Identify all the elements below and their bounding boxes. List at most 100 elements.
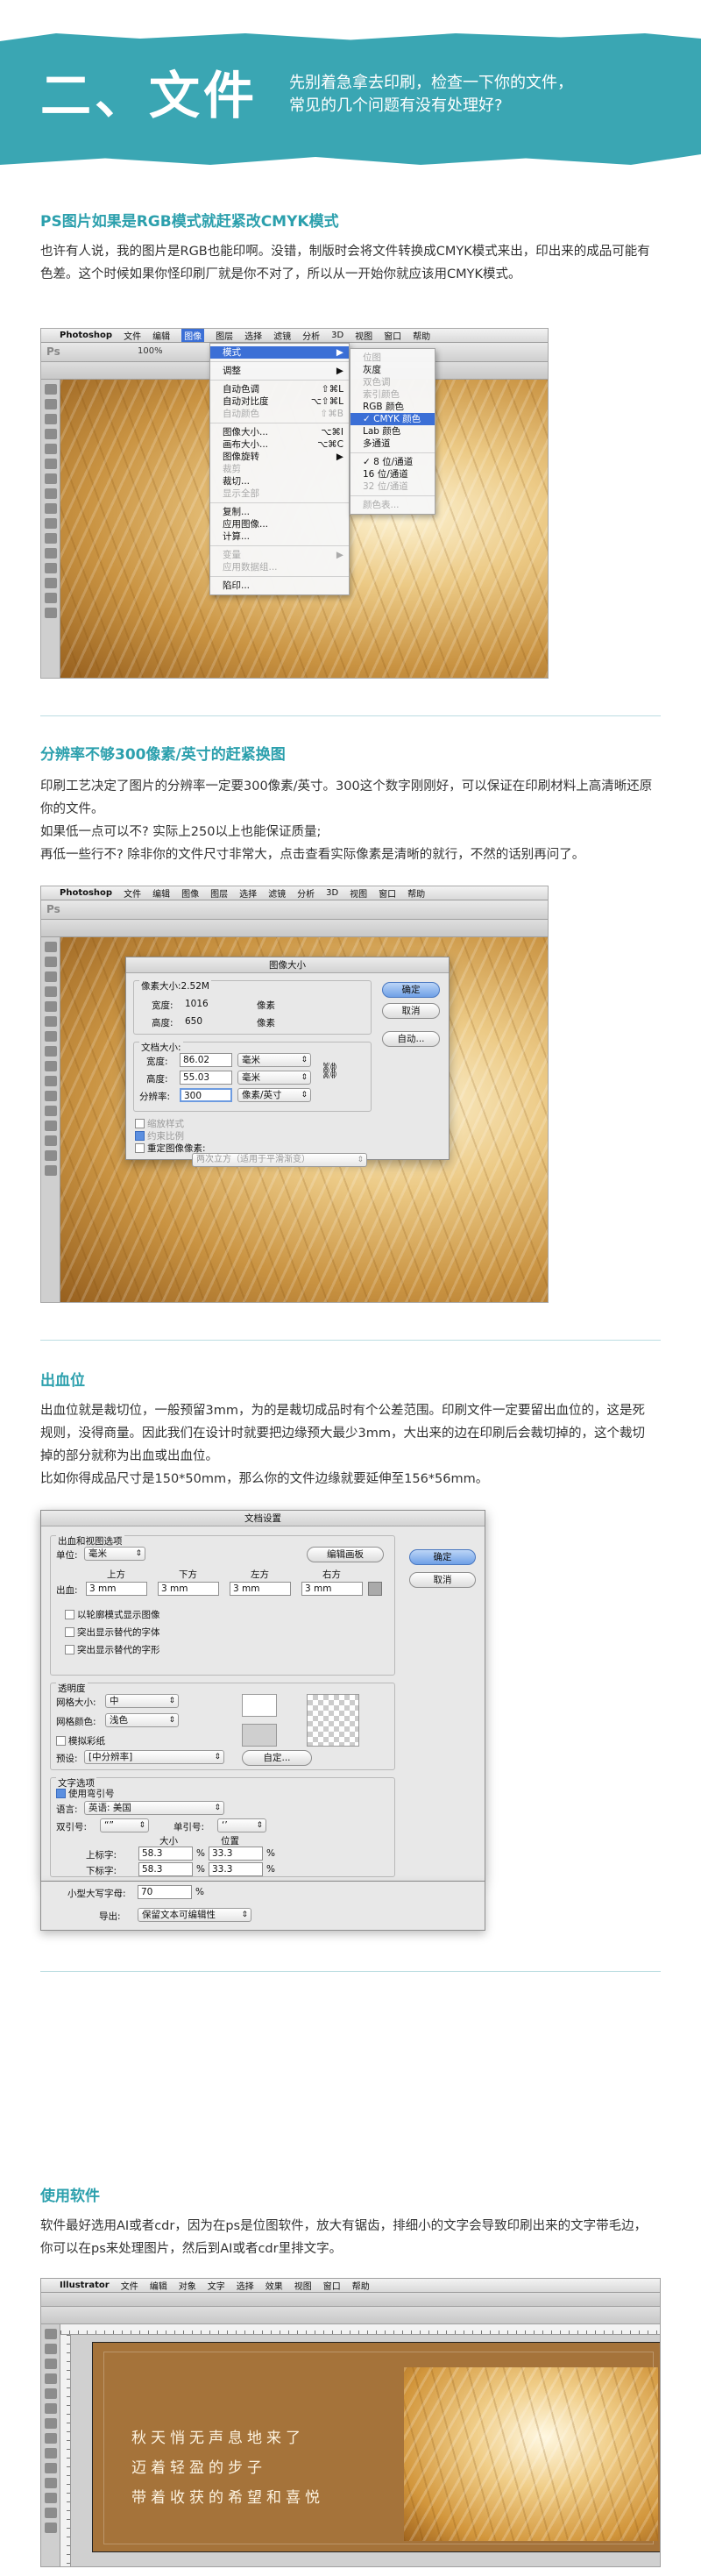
menu-effect[interactable]: 效果 xyxy=(266,2279,283,2292)
menu-3d[interactable]: 3D xyxy=(331,331,343,340)
image-menu-item[interactable]: 自动对比度 ⌥⇧⌘L xyxy=(210,395,349,408)
scale-styles-checkbox[interactable]: 缩放样式 xyxy=(135,1117,184,1130)
menu-select[interactable]: 选择 xyxy=(239,886,257,900)
mode-menu-item[interactable]: ✓ CMYK 颜色 xyxy=(350,413,435,425)
line-tool-icon[interactable] xyxy=(45,2388,57,2399)
menu-help[interactable]: 帮助 xyxy=(407,886,425,900)
menu-photoshop[interactable]: Photoshop xyxy=(60,331,112,340)
superscript-pos-field[interactable]: 33.3 xyxy=(209,1847,263,1861)
menu-type[interactable]: 文字 xyxy=(208,2279,225,2292)
pencil-tool-icon[interactable] xyxy=(45,2433,57,2444)
pen-tool-icon[interactable] xyxy=(45,593,57,603)
gradient-tool-icon[interactable] xyxy=(45,1106,57,1116)
gradient-tool-icon[interactable] xyxy=(45,548,57,559)
image-menu-item[interactable]: 裁切... xyxy=(210,475,349,487)
menu-view[interactable]: 视图 xyxy=(350,886,367,900)
bleed-right-field[interactable]: 3 mm xyxy=(301,1582,363,1596)
constrain-proportions-checkbox[interactable]: 约束比例 xyxy=(135,1129,184,1142)
rotate-tool-icon[interactable] xyxy=(45,2448,57,2459)
custom-button[interactable]: 自定... xyxy=(242,1750,312,1766)
image-menu-item[interactable]: 复制... xyxy=(210,506,349,518)
blur-tool-icon[interactable] xyxy=(45,563,57,573)
heal-tool-icon[interactable] xyxy=(45,473,57,484)
subscript-size-field[interactable]: 58.3 xyxy=(138,1862,193,1876)
menu-select[interactable]: 选择 xyxy=(244,329,262,342)
zoom-tool-icon[interactable] xyxy=(45,2523,57,2533)
language-select[interactable]: 英语: 美国 xyxy=(84,1801,224,1815)
blur-tool-icon[interactable] xyxy=(45,1121,57,1131)
ok-button[interactable]: 确定 xyxy=(382,982,440,998)
rectangle-tool-icon[interactable] xyxy=(45,2403,57,2414)
menu-edit[interactable]: 编辑 xyxy=(152,886,170,900)
heal-tool-icon[interactable] xyxy=(45,1031,57,1042)
dodge-tool-icon[interactable] xyxy=(45,578,57,588)
zoom-level[interactable]: 100% xyxy=(138,346,163,356)
mode-menu-item[interactable]: Lab 颜色 xyxy=(350,425,435,438)
small-caps-field[interactable]: 70 xyxy=(138,1885,192,1899)
export-select[interactable]: 保留文本可编辑性 xyxy=(138,1908,251,1922)
menu-layer[interactable]: 图层 xyxy=(216,329,233,342)
menu-illustrator[interactable]: Illustrator xyxy=(60,2281,110,2290)
image-menu-item[interactable]: 应用图像... xyxy=(210,518,349,530)
history-brush-tool-icon[interactable] xyxy=(45,1076,57,1086)
marquee-tool-icon[interactable] xyxy=(45,399,57,409)
preset-select[interactable]: [中分辨率] xyxy=(84,1750,224,1764)
menu-edit[interactable]: 编辑 xyxy=(150,2279,167,2292)
image-menu-item[interactable]: 图像大小... ⌥⌘I xyxy=(210,426,349,438)
menu-analysis[interactable]: 分析 xyxy=(297,886,315,900)
menu-filter[interactable]: 滤镜 xyxy=(268,886,286,900)
mode-menu-item[interactable]: RGB 颜色 xyxy=(350,401,435,413)
brush-tool-icon[interactable] xyxy=(45,488,57,499)
gradient-tool-icon[interactable] xyxy=(45,2478,57,2488)
menu-view[interactable]: 视图 xyxy=(294,2279,312,2292)
menu-analysis[interactable]: 分析 xyxy=(302,329,320,342)
simulate-paper-checkbox[interactable]: 模拟彩纸 xyxy=(56,1734,105,1747)
wand-tool-icon[interactable] xyxy=(45,986,57,997)
doc-width-field[interactable]: 86.02 xyxy=(180,1053,232,1067)
ok-button[interactable]: 确定 xyxy=(409,1549,476,1565)
scale-tool-icon[interactable] xyxy=(45,2463,57,2473)
mode-menu-item[interactable]: ✓ 8 位/通道 xyxy=(350,456,435,468)
menu-window[interactable]: 窗口 xyxy=(384,329,401,342)
menu-file[interactable]: 文件 xyxy=(124,886,141,900)
auto-button[interactable]: 自动... xyxy=(382,1031,440,1047)
menu-select[interactable]: 选择 xyxy=(237,2279,254,2292)
highlight-fonts-checkbox[interactable]: 突出显示替代的字体 xyxy=(65,1626,160,1639)
poem-line-2[interactable]: 迈着轻盈的步子 xyxy=(131,2455,266,2477)
menu-filter[interactable]: 滤镜 xyxy=(273,329,291,342)
cancel-button[interactable]: 取消 xyxy=(382,1003,440,1019)
stamp-tool-icon[interactable] xyxy=(45,503,57,514)
type-tool-icon[interactable] xyxy=(45,608,57,618)
mode-menu-item[interactable]: 多通道 xyxy=(350,438,435,450)
move-tool-icon[interactable] xyxy=(45,384,57,395)
hand-tool-icon[interactable] xyxy=(45,2508,57,2518)
pen-tool-icon[interactable] xyxy=(45,1150,57,1161)
history-brush-tool-icon[interactable] xyxy=(45,518,57,529)
bleed-bottom-field[interactable]: 3 mm xyxy=(158,1582,219,1596)
image-menu-item[interactable]: 图像旋转 ▶ xyxy=(210,451,349,463)
subscript-pos-field[interactable]: 33.3 xyxy=(209,1862,263,1876)
menu-3d[interactable]: 3D xyxy=(326,888,338,898)
lasso-tool-icon[interactable] xyxy=(45,971,57,982)
crop-tool-icon[interactable] xyxy=(45,1001,57,1012)
wand-tool-icon[interactable] xyxy=(45,429,57,439)
type-tool-icon[interactable] xyxy=(45,2373,57,2384)
edit-artboard-button[interactable]: 编辑画板 xyxy=(307,1547,384,1562)
menu-window[interactable]: 窗口 xyxy=(379,886,396,900)
lasso-tool-icon[interactable] xyxy=(45,414,57,424)
image-menu-item[interactable]: 调整 ▶ xyxy=(210,365,349,377)
bleed-top-field[interactable]: 3 mm xyxy=(86,1582,147,1596)
eyedropper-tool-icon[interactable] xyxy=(45,2493,57,2503)
resolution-field[interactable]: 300 xyxy=(180,1088,232,1102)
menu-image[interactable]: 图像 xyxy=(181,886,199,900)
crop-tool-icon[interactable] xyxy=(45,444,57,454)
smart-quotes-checkbox[interactable]: 使用弯引号 xyxy=(56,1787,115,1800)
menu-file[interactable]: 文件 xyxy=(121,2279,138,2292)
brush-tool-icon[interactable] xyxy=(45,2418,57,2429)
move-tool-icon[interactable] xyxy=(45,942,57,952)
artboard[interactable]: 秋天悄无声息地来了 迈着轻盈的步子 带着收获的希望和喜悦 xyxy=(92,2342,660,2552)
menu-file[interactable]: 文件 xyxy=(124,329,141,342)
link-icon[interactable] xyxy=(368,1582,382,1596)
doc-height-unit-select[interactable]: 毫米 xyxy=(237,1071,311,1085)
image-menu-item[interactable]: 自动色调 ⇧⌘L xyxy=(210,383,349,395)
